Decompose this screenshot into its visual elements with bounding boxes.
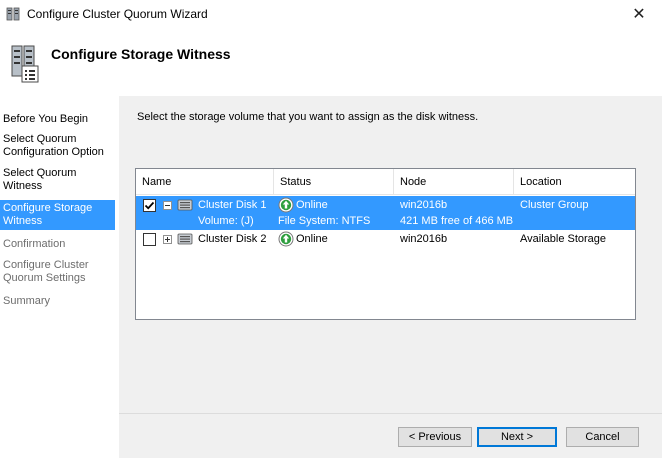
- list-header: Name Status Node Location: [136, 169, 635, 195]
- disk-name: Cluster Disk 2: [198, 233, 267, 245]
- cluster-wizard-icon: [11, 45, 39, 83]
- page-title: Configure Storage Witness: [51, 46, 231, 62]
- table-row-cluster-disk-2[interactable]: Cluster Disk 2 Online win2016b Available…: [136, 230, 635, 248]
- footer-divider: [119, 413, 662, 414]
- close-button[interactable]: ✕: [616, 0, 662, 28]
- disk-icon: [177, 199, 193, 211]
- step-configure-storage-witness[interactable]: Configure Storage Witness: [0, 200, 115, 230]
- status-text: Online: [296, 199, 328, 211]
- collapse-toggle-cluster-disk-1[interactable]: [163, 201, 172, 210]
- column-header-status[interactable]: Status: [274, 169, 394, 195]
- table-row-cluster-disk-1[interactable]: Cluster Disk 1 Online win2016b Cluster G…: [136, 196, 635, 230]
- wizard-header: Configure Storage Witness: [0, 28, 662, 90]
- storage-volume-list[interactable]: Name Status Node Location Cluster Disk 1…: [135, 168, 636, 320]
- minus-icon: [165, 205, 170, 206]
- cluster-app-icon: [6, 7, 20, 21]
- plus-icon: [165, 237, 170, 242]
- column-header-name[interactable]: Name: [136, 169, 274, 195]
- next-button[interactable]: Next >: [477, 427, 557, 447]
- step-select-quorum-configuration-option[interactable]: Select Quorum Configuration Option: [0, 131, 115, 161]
- checkmark-icon: [144, 201, 155, 210]
- close-icon: ✕: [632, 6, 646, 23]
- volume-name: Volume: (J): [198, 215, 254, 227]
- title-bar: Configure Cluster Quorum Wizard ✕: [0, 0, 662, 28]
- step-confirmation: Confirmation: [3, 238, 66, 250]
- wizard-steps: Before You Begin Select Quorum Configura…: [0, 96, 117, 458]
- checkbox-cluster-disk-2[interactable]: [143, 233, 156, 246]
- volume-filesystem: File System: NTFS: [278, 215, 371, 227]
- step-summary: Summary: [3, 295, 51, 307]
- column-header-node[interactable]: Node: [394, 169, 514, 195]
- checkbox-cluster-disk-1[interactable]: [143, 199, 156, 212]
- window-title: Configure Cluster Quorum Wizard: [27, 7, 208, 21]
- previous-button[interactable]: < Previous: [398, 427, 472, 447]
- column-header-location[interactable]: Location: [514, 169, 635, 195]
- status-text: Online: [296, 233, 328, 245]
- expand-toggle-cluster-disk-2[interactable]: [163, 235, 172, 244]
- node-text: win2016b: [400, 233, 448, 245]
- location-text: Available Storage: [520, 233, 607, 245]
- online-arrow-icon: [278, 197, 294, 213]
- disk-name: Cluster Disk 1: [198, 199, 267, 211]
- volume-free-space: 421 MB free of 466 MB: [400, 215, 514, 227]
- step-before-you-begin[interactable]: Before You Begin: [0, 111, 115, 128]
- online-arrow-icon: [278, 231, 294, 247]
- cancel-button[interactable]: Cancel: [566, 427, 639, 447]
- step-select-quorum-witness[interactable]: Select Quorum Witness: [0, 165, 115, 195]
- wizard-content: Select the storage volume that you want …: [119, 96, 662, 458]
- instruction-text: Select the storage volume that you want …: [137, 111, 479, 123]
- disk-icon: [177, 233, 193, 245]
- node-text: win2016b: [400, 199, 448, 211]
- step-configure-cluster-quorum-settings: Configure Cluster Quorum Settings: [3, 259, 89, 284]
- location-text: Cluster Group: [520, 199, 589, 211]
